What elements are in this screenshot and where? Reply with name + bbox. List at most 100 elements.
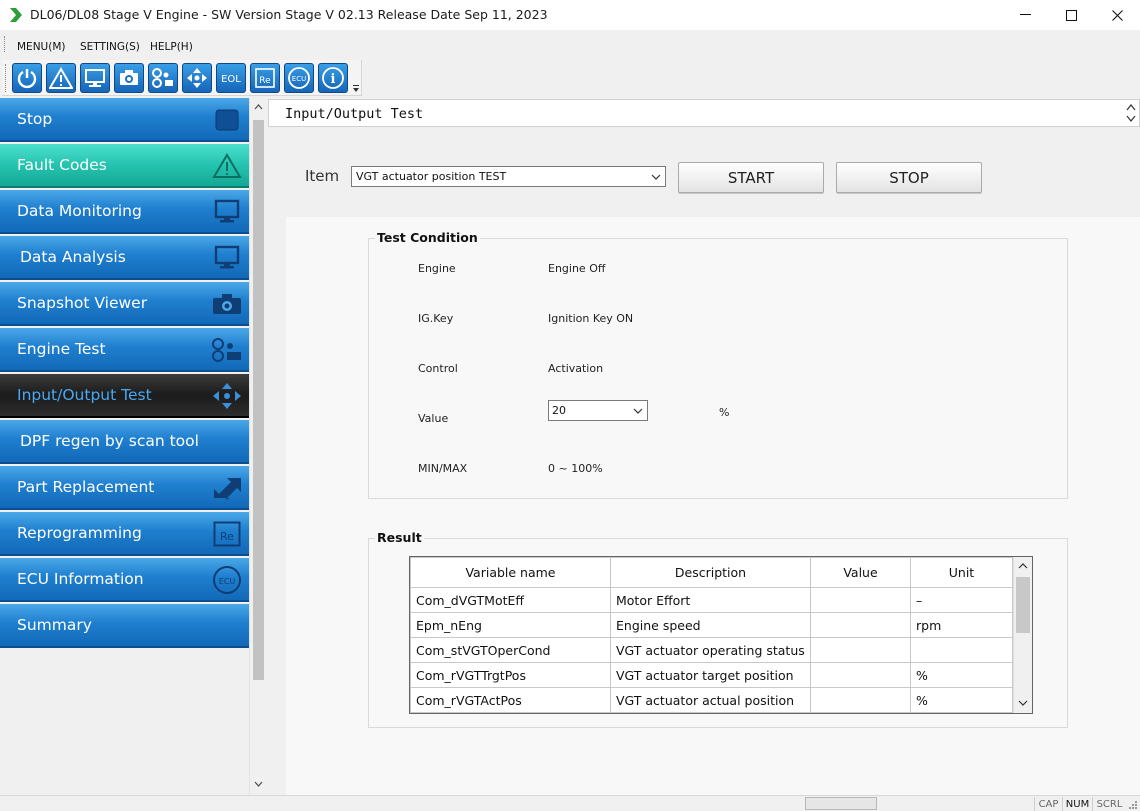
chevron-down-icon [651, 174, 661, 180]
table-row[interactable]: Epm_nEng Engine speed rpm [410, 612, 1013, 638]
warning-icon [211, 153, 243, 179]
minimize-button[interactable] [1002, 0, 1048, 30]
cell-unit: % [910, 687, 1013, 713]
sidebar-item-input-output-test[interactable]: Input/Output Test [0, 374, 249, 418]
item-select[interactable]: VGT actuator position TEST [351, 166, 666, 187]
toolbar-monitor-button[interactable] [80, 63, 110, 93]
sidebar-item-part-replacement[interactable]: Part Replacement [0, 466, 249, 510]
app-window: DL06/DL08 Stage V Engine - SW Version St… [0, 0, 1140, 811]
sidebar-item-label: Data Monitoring [17, 202, 142, 220]
chevron-down-icon [633, 408, 643, 414]
status-progress [805, 797, 877, 810]
sidebar-item-stop[interactable]: Stop [0, 98, 249, 142]
header-spin-icon[interactable] [1125, 101, 1137, 125]
app-logo-icon [10, 8, 22, 22]
table-row[interactable]: Com_rVGTActPos VGT actuator actual posit… [410, 687, 1013, 713]
test-condition-title: Test Condition [375, 230, 480, 245]
sidebar-item-label: Snapshot Viewer [17, 294, 148, 312]
svg-text:ECU: ECU [292, 75, 306, 83]
toolbar-ecu-button[interactable]: ECU [284, 63, 314, 93]
window-title: DL06/DL08 Stage V Engine - SW Version St… [30, 7, 548, 22]
cell-variable: Com_rVGTActPos [410, 687, 611, 713]
value-select[interactable]: 20 [548, 400, 648, 421]
cell-description: VGT actuator target position [610, 662, 811, 688]
cell-unit: % [910, 662, 1013, 688]
toolbar-overflow-icon[interactable] [352, 84, 360, 94]
stop-button[interactable]: STOP [836, 162, 982, 193]
column-header-variable[interactable]: Variable name [410, 557, 611, 588]
condition-label: Value [418, 412, 449, 425]
toolbar-snapshot-button[interactable] [114, 63, 144, 93]
sidebar-item-ecu-information[interactable]: ECU Information ECU [0, 558, 249, 602]
item-select-value: VGT actuator position TEST [356, 170, 507, 183]
sidebar-item-summary[interactable]: Summary [0, 604, 249, 648]
engine-test-icon [152, 68, 173, 88]
toolbar: EOL Re ECU i [2, 60, 362, 96]
result-group: Result Variable name Description Value U… [368, 530, 1068, 728]
cell-description: VGT actuator operating status [610, 637, 811, 663]
toolbar-fault-button[interactable] [46, 63, 76, 93]
cell-value [810, 612, 911, 638]
toolbar-info-button[interactable]: i [318, 63, 348, 93]
cell-value [810, 587, 911, 613]
sidebar-scrollbar[interactable] [249, 98, 266, 795]
ecu-icon: ECU [288, 67, 310, 89]
scroll-down-icon[interactable] [253, 778, 264, 790]
toolbar-engine-test-button[interactable] [148, 63, 178, 93]
menu-bar: MENU(M) SETTING(S) HELP(H) [0, 30, 1140, 60]
table-row[interactable]: Com_stVGTOperCond VGT actuator operating… [410, 637, 1013, 663]
menu-item-help[interactable]: HELP(H) [150, 41, 193, 53]
cell-unit: – [910, 587, 1013, 613]
sidebar-item-data-monitoring[interactable]: Data Monitoring [0, 190, 249, 234]
sidebar-item-snapshot-viewer[interactable]: Snapshot Viewer [0, 282, 249, 326]
table-row[interactable]: Com_dVGTMotEff Motor Effort – [410, 587, 1013, 613]
arrows-move-icon [211, 383, 243, 409]
condition-label: Control [418, 362, 458, 375]
status-scrl: SCRL [1092, 797, 1126, 811]
menu-item-menu[interactable]: MENU(M) [17, 41, 66, 53]
main-panel: Item VGT actuator position TEST START ST… [268, 127, 1140, 795]
status-bar: CAP NUM SCRL [0, 795, 1140, 811]
result-table-scrollbar[interactable] [1013, 557, 1032, 713]
test-condition-group: Test Condition Engine Engine Off IG.Key … [368, 230, 1068, 499]
column-header-description[interactable]: Description [610, 557, 811, 588]
value-unit: % [719, 406, 730, 419]
sidebar-item-label: Fault Codes [17, 156, 107, 174]
cell-variable: Epm_nEng [410, 612, 611, 638]
sidebar-item-reprogramming[interactable]: Reprogramming Re [0, 512, 249, 556]
sidebar-item-dpf-regen[interactable]: DPF regen by scan tool [0, 420, 249, 464]
table-row[interactable]: Com_rVGTTrgtPos VGT actuator target posi… [410, 662, 1013, 688]
maximize-button[interactable] [1048, 0, 1094, 30]
ecu-icon: ECU [211, 566, 243, 594]
start-button[interactable]: START [678, 162, 824, 193]
toolbar-io-test-button[interactable] [182, 63, 212, 93]
scroll-up-icon[interactable] [253, 101, 264, 113]
column-header-value[interactable]: Value [810, 557, 911, 588]
condition-value: 0 ~ 100% [548, 462, 603, 475]
svg-text:Re: Re [259, 76, 271, 86]
toolbar-power-button[interactable] [12, 63, 42, 93]
sidebar-item-engine-test[interactable]: Engine Test [0, 328, 249, 372]
close-button[interactable] [1094, 0, 1140, 30]
minimize-icon [1019, 14, 1031, 15]
sidebar-item-fault-codes[interactable]: Fault Codes [0, 144, 249, 188]
svg-text:i: i [331, 72, 336, 87]
sidebar-item-data-analysis[interactable]: Data Analysis [0, 236, 249, 280]
page-title: Input/Output Test [285, 106, 424, 122]
power-icon [17, 69, 37, 89]
menu-item-setting[interactable]: SETTING(S) [80, 41, 140, 53]
scroll-up-icon[interactable] [1018, 562, 1028, 570]
monitor-icon [211, 245, 243, 271]
result-scroll-thumb[interactable] [1016, 577, 1030, 633]
sidebar-item-label: Input/Output Test [17, 386, 152, 404]
toolbar-eol-button[interactable]: EOL [216, 63, 246, 93]
monitor-icon [85, 69, 105, 87]
scroll-down-icon[interactable] [1018, 699, 1028, 707]
resize-grip-icon[interactable] [1128, 800, 1138, 810]
column-header-unit[interactable]: Unit [910, 557, 1013, 588]
part-replace-icon [211, 475, 243, 501]
condition-value: Engine Off [548, 262, 606, 275]
toolbar-reprogram-button[interactable]: Re [250, 63, 280, 93]
sidebar-scroll-thumb[interactable] [253, 120, 264, 680]
status-cap: CAP [1034, 797, 1062, 811]
